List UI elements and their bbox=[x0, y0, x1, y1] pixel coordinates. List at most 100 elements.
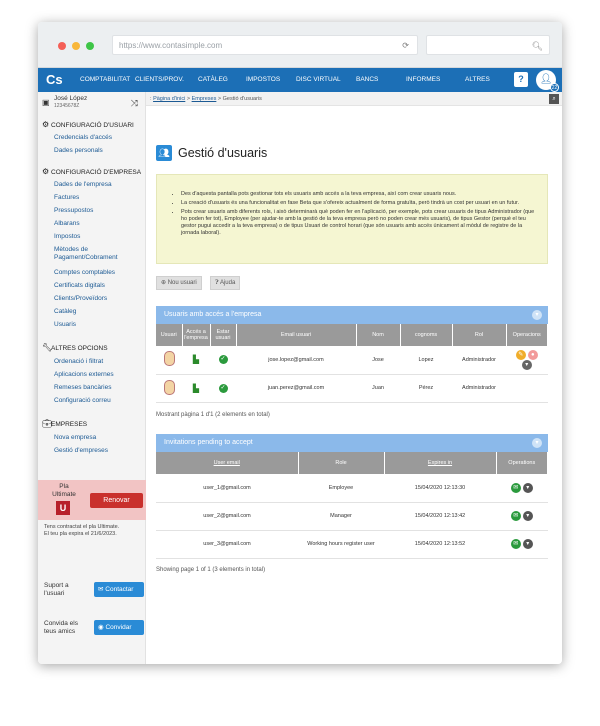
sidebar-item-factures[interactable]: Factures bbox=[54, 194, 79, 202]
sidebar-item-cataleg[interactable]: Catàleg bbox=[54, 308, 76, 316]
col-expires[interactable]: Expires in bbox=[384, 452, 497, 474]
section-title: EMPRESES bbox=[51, 421, 88, 428]
sidebar-item-usuaris[interactable]: Usuaris bbox=[54, 321, 76, 329]
help-button[interactable]: ? bbox=[514, 72, 528, 87]
gear-icon: ⚙ bbox=[42, 167, 50, 176]
col-user-email[interactable]: User email bbox=[156, 452, 299, 474]
breadcrumb-empreses[interactable]: Empreses bbox=[192, 96, 217, 102]
more-options-icon[interactable]: ▾ bbox=[522, 482, 533, 493]
user-avatar[interactable]: 👤︎ 22 bbox=[536, 70, 559, 92]
sidebar-item-comptes[interactable]: Comptes comptables bbox=[54, 269, 115, 277]
sidebar: ▣ José López 12345678Z ⤨ ⚙ CONFIGURACIÓ D… bbox=[38, 92, 146, 664]
renew-button[interactable]: Renovar bbox=[90, 493, 143, 508]
resend-mail-icon[interactable]: ✉ bbox=[510, 511, 521, 521]
nav-item-comptabilitat[interactable]: COMPTABILITAT bbox=[80, 68, 130, 92]
invitations-panel-header: Invitations pending to accept ▾ bbox=[156, 434, 548, 452]
cell-email: juan.perez@gmail.com bbox=[236, 374, 356, 403]
col-acces[interactable]: Accés a l'empresa bbox=[182, 324, 211, 346]
users-table: Usuari Accés a l'empresa Estar usuari Em… bbox=[156, 324, 548, 403]
briefcase-icon: 💼︎ bbox=[42, 419, 53, 428]
col-email[interactable]: Email usuari bbox=[236, 324, 357, 346]
help-button[interactable]: ❓︎ Ajuda bbox=[210, 276, 241, 290]
wrench-icon: 🔧︎ bbox=[42, 343, 53, 352]
more-options-icon[interactable]: ▾ bbox=[522, 539, 533, 549]
new-user-button[interactable]: ⊕ Nou usuari bbox=[156, 276, 202, 290]
nav-item-bancs[interactable]: BANCS bbox=[356, 68, 378, 92]
col-nom[interactable]: Nom bbox=[356, 324, 401, 346]
users-pager-text: Mostrant pàgina 1 d'1 (2 elements en tot… bbox=[156, 412, 270, 418]
collapse-icon[interactable]: ▾ bbox=[532, 438, 542, 448]
building-icon: ▙ bbox=[192, 383, 200, 393]
sidebar-item-correu[interactable]: Configuració correu bbox=[54, 397, 111, 405]
page-title: Gestió d'usuaris bbox=[178, 146, 268, 160]
toggle-icon[interactable]: ● bbox=[527, 349, 538, 360]
sidebar-item-certificats[interactable]: Certificats digitals bbox=[54, 282, 105, 290]
reload-icon[interactable]: ⟳ bbox=[402, 36, 409, 56]
browser-search[interactable]: 🔍︎ bbox=[426, 35, 550, 55]
nav-item-informes[interactable]: INFORMES bbox=[406, 68, 440, 92]
close-dot[interactable] bbox=[58, 42, 66, 50]
person-icon bbox=[163, 351, 175, 367]
sidebar-item-pressupostos[interactable]: Pressupostos bbox=[54, 207, 93, 215]
edit-icon[interactable]: ✎ bbox=[515, 349, 526, 360]
invitations-panel: Invitations pending to accept ▾ User emai… bbox=[156, 434, 548, 559]
col-role: Role bbox=[298, 452, 385, 474]
url-bar[interactable]: https://www.contasimple.com ⟳ bbox=[112, 35, 418, 55]
col-cognoms[interactable]: cognoms bbox=[400, 324, 453, 346]
sidebar-user: ▣ José López 12345678Z ⤨ bbox=[42, 95, 142, 111]
app-logo[interactable]: Cs bbox=[46, 71, 64, 89]
sidebar-item-nova-empresa[interactable]: Nova empresa bbox=[54, 434, 96, 442]
sidebar-item-dades-personals[interactable]: Dades personals bbox=[54, 147, 103, 155]
section-company-config: ⚙ CONFIGURACIÓ D'EMPRESA bbox=[42, 167, 141, 176]
switch-icon[interactable]: ⤨ bbox=[131, 98, 138, 109]
search-icon[interactable]: ⌕ bbox=[549, 94, 559, 104]
sidebar-item-metodes-pagament[interactable]: Mètodes de Pagament/Cobrament bbox=[54, 246, 142, 262]
sidebar-item-dades-empresa[interactable]: Dades de l'empresa bbox=[54, 181, 112, 189]
nav-item-altres[interactable]: ALTRES bbox=[465, 68, 490, 92]
nav-item-clients[interactable]: CLIENTS/PROV. bbox=[135, 68, 184, 92]
cell-role: Administrador bbox=[452, 374, 506, 403]
sidebar-item-gestio-empreses[interactable]: Gestió d'empreses bbox=[54, 447, 108, 455]
cell-role: Administrador bbox=[452, 346, 506, 375]
check-icon: ✓ bbox=[218, 383, 228, 393]
sidebar-item-aplicacions[interactable]: Aplicacions externes bbox=[54, 371, 114, 379]
more-options-icon[interactable]: ▾ bbox=[521, 359, 532, 370]
nav-item-cataleg[interactable]: CATÀLEG bbox=[198, 68, 228, 92]
contact-button[interactable]: ✉ Contactar bbox=[94, 582, 144, 597]
support-label: Suport a l'usuari bbox=[44, 582, 69, 597]
col-operacions: Operacions bbox=[506, 324, 548, 346]
cell-email: user_1@gmail.com bbox=[156, 474, 298, 503]
check-icon: ✓ bbox=[218, 355, 228, 365]
users-panel-header: Usuaris amb accés a l'empresa ▾ bbox=[156, 306, 548, 324]
search-icon: 🔍︎ bbox=[531, 41, 543, 51]
info-box: Des d'aquesta pantalla pots gestionar to… bbox=[156, 174, 548, 264]
plan-label: Pla Ultimate bbox=[52, 483, 76, 498]
sidebar-item-impostos[interactable]: Impostos bbox=[54, 233, 80, 241]
cell-surname: Lopez bbox=[400, 346, 452, 375]
sidebar-item-ordenacio[interactable]: Ordenació i filtrat bbox=[54, 358, 103, 366]
cell-expires: 15/04/2020 12:13:42 bbox=[384, 502, 496, 531]
collapse-icon[interactable]: ▾ bbox=[532, 310, 542, 320]
nav-item-impostos[interactable]: IMPOSTOS bbox=[246, 68, 280, 92]
resend-mail-icon[interactable]: ✉ bbox=[510, 482, 521, 493]
sidebar-item-remeses[interactable]: Remeses bancàries bbox=[54, 384, 111, 392]
cell-expires: 15/04/2020 12:13:30 bbox=[384, 474, 496, 503]
sidebar-item-clients-proveidors[interactable]: Clients/Proveïdors bbox=[54, 295, 107, 303]
building-icon: ▙ bbox=[192, 355, 200, 365]
nav-item-disc-virtual[interactable]: DISC VIRTUAL bbox=[296, 68, 341, 92]
sidebar-item-albarans[interactable]: Albarans bbox=[54, 220, 80, 228]
minimize-dot[interactable] bbox=[72, 42, 80, 50]
col-estar[interactable]: Estar usuari bbox=[210, 324, 237, 346]
section-user-config: ⚙ CONFIGURACIÓ D'USUARI bbox=[42, 120, 134, 129]
maximize-dot[interactable] bbox=[86, 42, 94, 50]
breadcrumb: : Pàgina d'inici > Empreses > Gestió d'u… bbox=[146, 92, 562, 106]
more-options-icon[interactable]: ▾ bbox=[522, 511, 533, 521]
col-rol[interactable]: Rol bbox=[452, 324, 507, 346]
sidebar-item-credencials[interactable]: Credencials d'accés bbox=[54, 134, 112, 142]
cell-surname: Pérez bbox=[400, 374, 452, 403]
breadcrumb-home[interactable]: Pàgina d'inici bbox=[153, 96, 185, 102]
resend-mail-icon[interactable]: ✉ bbox=[510, 539, 521, 549]
invite-button[interactable]: ◉ Convidar bbox=[94, 620, 144, 635]
col-operations: Operations bbox=[496, 452, 548, 474]
invitations-pager-text: Showing page 1 of 1 (3 elements in total… bbox=[156, 567, 266, 573]
